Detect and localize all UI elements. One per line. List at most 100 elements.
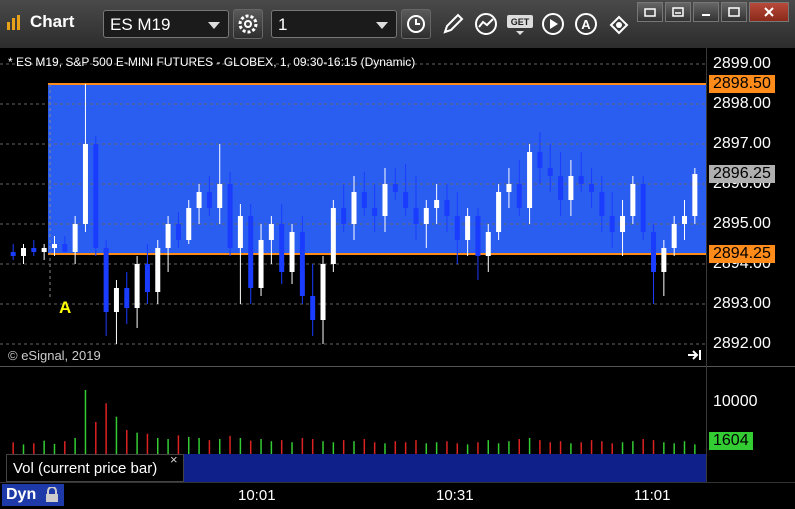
candle-body-8 — [93, 144, 99, 248]
minimize-to-tray-button[interactable] — [665, 2, 691, 22]
candle-body-49 — [516, 184, 522, 208]
pane-divider — [0, 366, 706, 367]
symbol-select[interactable]: ES M19 — [103, 10, 229, 38]
svg-text:GET: GET — [511, 17, 530, 27]
maximize-button[interactable] — [721, 2, 747, 22]
candle-body-28 — [299, 232, 305, 296]
price-axis[interactable]: 2899.00 2898.00 2897.00 2896.00 2895.00 2894.… — [706, 48, 795, 482]
candle-body-9 — [103, 248, 109, 312]
scroll-to-end-icon[interactable] — [686, 348, 704, 362]
candle-body-36 — [382, 184, 388, 216]
candle-body-33 — [351, 192, 357, 224]
axis-divider — [707, 366, 795, 367]
studies-button[interactable] — [471, 9, 501, 39]
study-icon — [475, 13, 497, 35]
price-tag-1: 2896.25 — [709, 165, 775, 183]
candle-body-12 — [134, 264, 140, 308]
price-axis-label-7: 2892.00 — [713, 335, 771, 352]
clock-icon — [407, 15, 425, 33]
candle-body-54 — [568, 176, 574, 200]
get-data-button[interactable]: GET — [505, 9, 535, 39]
volume-axis-label: 10000 — [713, 393, 758, 410]
candle-body-7 — [82, 144, 88, 224]
candle-body-22 — [237, 216, 243, 248]
time-label-2: 10:31 — [436, 487, 474, 504]
play-icon — [542, 13, 564, 35]
price-axis-label-1: 2898.00 — [713, 95, 771, 112]
chart-subtitle: * ES M19, S&P 500 E-MINI FUTURES - GLOBE… — [8, 55, 416, 69]
link-button[interactable] — [604, 9, 634, 39]
candle-body-52 — [547, 168, 553, 176]
minimize-icon — [702, 14, 710, 16]
chart-app-icon — [7, 15, 20, 30]
candle-body-59 — [620, 216, 626, 232]
chart-settings-button[interactable] — [233, 9, 263, 39]
candle-body-23 — [248, 216, 254, 288]
candle-body-66 — [692, 174, 698, 216]
chart-marker: A — [59, 298, 72, 317]
app-title-text: Chart — [30, 12, 75, 31]
volume-chart-svg — [12, 390, 696, 454]
volume-legend[interactable]: Vol (current price bar) — [6, 454, 184, 482]
candle-body-16 — [175, 224, 181, 240]
candle-body-64 — [671, 224, 677, 248]
candle-body-31 — [330, 208, 336, 264]
candle-body-58 — [609, 216, 615, 232]
tray-icon — [672, 7, 684, 17]
candle-body-48 — [506, 184, 512, 192]
price-axis-label-0: 2899.00 — [713, 55, 771, 72]
candle-body-18 — [196, 192, 202, 208]
minimize-button[interactable] — [693, 2, 719, 22]
interval-select[interactable]: 1 — [271, 10, 397, 38]
volume-current-tag: 1604 — [709, 432, 753, 450]
candle-body-4 — [51, 244, 57, 248]
get-icon: GET — [507, 15, 533, 35]
lock-icon — [46, 487, 58, 502]
range-box — [48, 84, 706, 254]
candle-body-11 — [124, 288, 130, 308]
svg-text:A: A — [581, 17, 591, 32]
close-icon — [764, 7, 774, 17]
price-tag-0: 2898.50 — [709, 75, 775, 93]
candle-body-5 — [62, 244, 68, 252]
candle-body-13 — [144, 264, 150, 292]
candle-body-14 — [155, 248, 161, 292]
alert-icon: A — [575, 13, 597, 35]
candle-body-56 — [589, 184, 595, 192]
candle-body-21 — [227, 184, 233, 248]
price-tag-2: 2894.25 — [709, 245, 775, 263]
alerts-button[interactable]: A — [571, 9, 601, 39]
app-title: Chart — [6, 12, 74, 32]
candle-body-41 — [434, 200, 440, 208]
price-chart[interactable] — [0, 48, 706, 482]
candle-body-0 — [10, 252, 16, 256]
candle-body-46 — [485, 232, 491, 256]
candle-body-38 — [403, 192, 409, 208]
candle-body-45 — [475, 216, 481, 256]
candle-body-53 — [558, 176, 564, 200]
candle-body-50 — [527, 152, 533, 208]
candle-body-40 — [423, 208, 429, 224]
chevron-down-icon — [376, 22, 388, 29]
replay-button[interactable] — [538, 9, 568, 39]
candle-body-26 — [279, 224, 285, 272]
candle-body-10 — [113, 288, 119, 312]
restore-button[interactable] — [637, 2, 663, 22]
dynamic-mode-button[interactable]: Dyn — [2, 484, 64, 506]
volume-legend-close-icon[interactable]: × — [170, 452, 178, 467]
time-template-button[interactable] — [401, 9, 431, 39]
drawing-tools-button[interactable] — [438, 9, 468, 39]
candle-body-39 — [413, 208, 419, 224]
candle-body-19 — [206, 192, 212, 208]
copyright-text: © eSignal, 2019 — [8, 348, 101, 363]
candle-body-37 — [392, 184, 398, 192]
candle-body-24 — [258, 240, 264, 288]
time-axis[interactable] — [0, 482, 795, 509]
candle-body-15 — [165, 224, 171, 248]
candle-body-3 — [41, 248, 47, 252]
candle-body-30 — [320, 264, 326, 320]
close-button[interactable] — [749, 2, 789, 22]
link-icon — [609, 15, 629, 35]
interval-value: 1 — [278, 15, 288, 34]
candle-body-32 — [341, 208, 347, 224]
